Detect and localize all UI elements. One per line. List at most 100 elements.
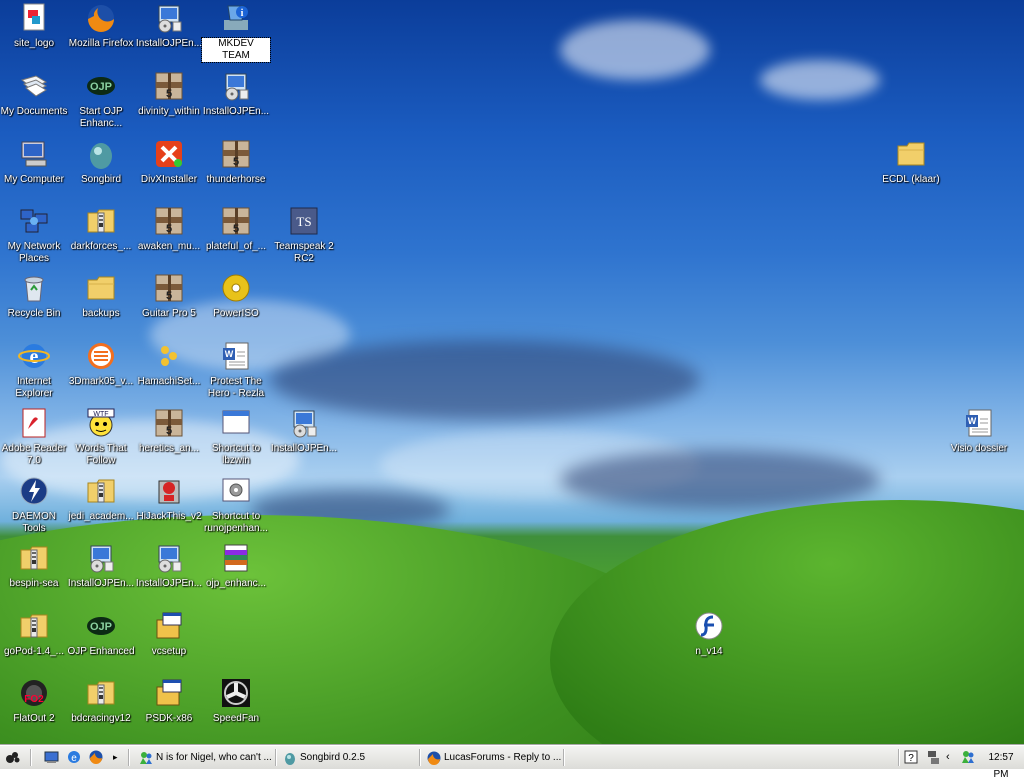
desktop-icon[interactable]: Recycle Bin — [0, 272, 68, 320]
desktop-icon[interactable]: Mozilla Firefox — [67, 2, 135, 50]
desktop-icon[interactable]: n_v14 — [675, 610, 743, 658]
3dmark-icon — [88, 343, 114, 369]
desktop-icon-label: My Computer — [3, 174, 64, 185]
tray-network[interactable] — [926, 749, 940, 766]
desktop-icon[interactable]: PowerISO — [202, 272, 270, 320]
desktop-icon[interactable]: darkforces_... — [67, 205, 135, 253]
desktop-icon[interactable]: goPod-1.4_... — [0, 610, 68, 658]
word-document-icon: W — [223, 342, 249, 370]
desktop-icon-label: My Network Places — [7, 241, 61, 264]
desktop-icon[interactable]: ojp_enhanc... — [202, 542, 270, 590]
desktop-icon[interactable]: InstallOJPEn... — [270, 407, 338, 455]
quick-launch-internet-explorer[interactable]: e — [66, 749, 84, 766]
desktop-icon[interactable]: InstallOJPEn... — [135, 2, 203, 50]
tray-expand[interactable]: ‹ — [946, 749, 956, 766]
desktop-icon-label: Shortcut to runojpenhan... — [204, 511, 268, 534]
svg-text:WTF: WTF — [93, 411, 108, 418]
quick-launch-firefox[interactable] — [88, 749, 106, 766]
desktop-icon[interactable]: 5 awaken_mu... — [135, 205, 203, 253]
wallpaper-cloud — [760, 60, 880, 100]
desktop-icon[interactable]: jedi_academ... — [67, 475, 135, 523]
desktop-icon-label: HamachiSet... — [137, 376, 201, 387]
task-button-songbird[interactable]: Songbird 0.2.5 — [280, 749, 434, 766]
task-label: Songbird 0.2.5 — [300, 752, 366, 763]
desktop-icon[interactable]: InstallOJPEn... — [202, 70, 270, 118]
start-button[interactable] — [4, 749, 24, 766]
desktop-icon[interactable]: InstallOJPEn... — [135, 542, 203, 590]
svg-text:5: 5 — [233, 156, 239, 168]
desktop-icon[interactable]: Adobe Reader 7.0 — [0, 407, 68, 467]
desktop-icon[interactable]: WTF Words That Follow — [67, 407, 135, 467]
internet-explorer-icon: e — [18, 344, 50, 368]
desktop-icon[interactable]: backups — [67, 272, 135, 320]
desktop-icon[interactable]: DivXInstaller — [135, 138, 203, 186]
desktop-icon[interactable]: DAEMON Tools — [0, 475, 68, 535]
tray-help[interactable]: ? — [904, 749, 920, 766]
taskbar-clock[interactable]: 12:57 PM — [980, 749, 1022, 780]
desktop-icon[interactable]: My Documents — [0, 70, 68, 118]
desktop-icon[interactable]: My Computer — [0, 138, 68, 186]
desktop-icon[interactable]: OJP OJP Enhanced — [67, 610, 135, 658]
desktop-icon[interactable]: PSDK-x86 — [135, 677, 203, 725]
site-logo-icon — [23, 3, 45, 31]
desktop-icon[interactable]: 3Dmark05_v... — [67, 340, 135, 388]
network-places-icon — [20, 209, 48, 233]
hijackthis-icon — [158, 480, 180, 504]
desktop-icon-label: darkforces_... — [70, 241, 132, 252]
quick-launch-expand[interactable]: ▸ — [113, 749, 121, 766]
desktop-icon[interactable]: My Network Places — [0, 205, 68, 265]
desktop-icon[interactable]: vcsetup — [135, 610, 203, 658]
desktop-icon[interactable]: Songbird — [67, 138, 135, 186]
desktop-icon-label: Recycle Bin — [7, 308, 61, 319]
desktop-icon[interactable]: 5 Guitar Pro 5 — [135, 272, 203, 320]
desktop-icon[interactable]: Shortcut to lbzwin — [202, 407, 270, 467]
setup-icon — [156, 612, 182, 639]
taskbar-separator — [563, 749, 565, 766]
my-documents-icon — [20, 75, 48, 97]
svg-text:5: 5 — [166, 88, 172, 100]
desktop-icon-label: Adobe Reader 7.0 — [1, 443, 67, 466]
desktop-icon-label: InstallOJPEn... — [135, 38, 203, 49]
desktop-icon[interactable]: HamachiSet... — [135, 340, 203, 388]
desktop-icon-label: 3Dmark05_v... — [68, 376, 134, 387]
flash-icon — [695, 612, 723, 640]
quick-launch-show-desktop[interactable] — [44, 749, 62, 766]
desktop-icon[interactable]: 5 plateful_of_... — [202, 205, 270, 253]
svg-text:i: i — [241, 8, 244, 19]
word-document-icon: W — [966, 409, 992, 437]
desktop-icon-label: backups — [82, 308, 120, 319]
desktop-icon[interactable]: i MKDEV TEAM — [201, 2, 271, 63]
desktop-icon-label: bespin-sea — [9, 578, 59, 589]
desktop-icon[interactable]: bdcracingv12 — [67, 677, 135, 725]
desktop-icon[interactable]: SpeedFan — [202, 677, 270, 725]
tray-msn[interactable] — [960, 749, 976, 766]
desktop-icon[interactable]: bespin-sea — [0, 542, 68, 590]
svg-text:5: 5 — [233, 223, 239, 235]
desktop-icon[interactable]: W Visio dossier — [945, 407, 1013, 455]
desktop-icon-label: Words That Follow — [75, 443, 127, 466]
desktop-icon[interactable]: FO2 FlatOut 2 — [0, 677, 68, 725]
desktop-icon[interactable]: OJP Start OJP Enhanc... — [67, 70, 135, 130]
desktop-icon[interactable]: TS Teamspeak 2 RC2 — [270, 205, 338, 265]
desktop-icon[interactable]: HiJackThis_v2 — [135, 475, 203, 523]
speedfan-icon — [222, 679, 250, 707]
task-button-msn-conversation[interactable]: N is for Nigel, who can't ... — [136, 749, 290, 766]
poweriso-icon — [222, 274, 250, 302]
desktop-icon[interactable]: InstallOJPEn... — [67, 542, 135, 590]
desktop[interactable]: site_logo Mozilla Firefox InstallOJPEn... i… — [0, 0, 1024, 745]
desktop-icon[interactable]: Shortcut to runojpenhan... — [202, 475, 270, 535]
svg-text:FO2: FO2 — [24, 694, 44, 705]
desktop-icon[interactable]: 5 divinity_within — [135, 70, 203, 118]
installer-icon — [158, 545, 182, 573]
task-button-firefox[interactable]: LucasForums - Reply to ... — [424, 749, 578, 766]
desktop-icon[interactable]: site_logo — [0, 2, 68, 50]
desktop-icon[interactable]: 5 thunderhorse — [202, 138, 270, 186]
zip-folder-icon — [87, 479, 115, 503]
desktop-icon[interactable]: 5 heretics_an... — [135, 407, 203, 455]
desktop-icon[interactable]: ECDL (klaar) — [877, 138, 945, 186]
taskbar-separator — [898, 749, 900, 766]
svg-text:5: 5 — [166, 223, 172, 235]
desktop-icon-label: Teamspeak 2 RC2 — [274, 241, 334, 264]
desktop-icon[interactable]: W Protest The Hero - Rezla — [202, 340, 270, 400]
desktop-icon[interactable]: e Internet Explorer — [0, 340, 68, 400]
